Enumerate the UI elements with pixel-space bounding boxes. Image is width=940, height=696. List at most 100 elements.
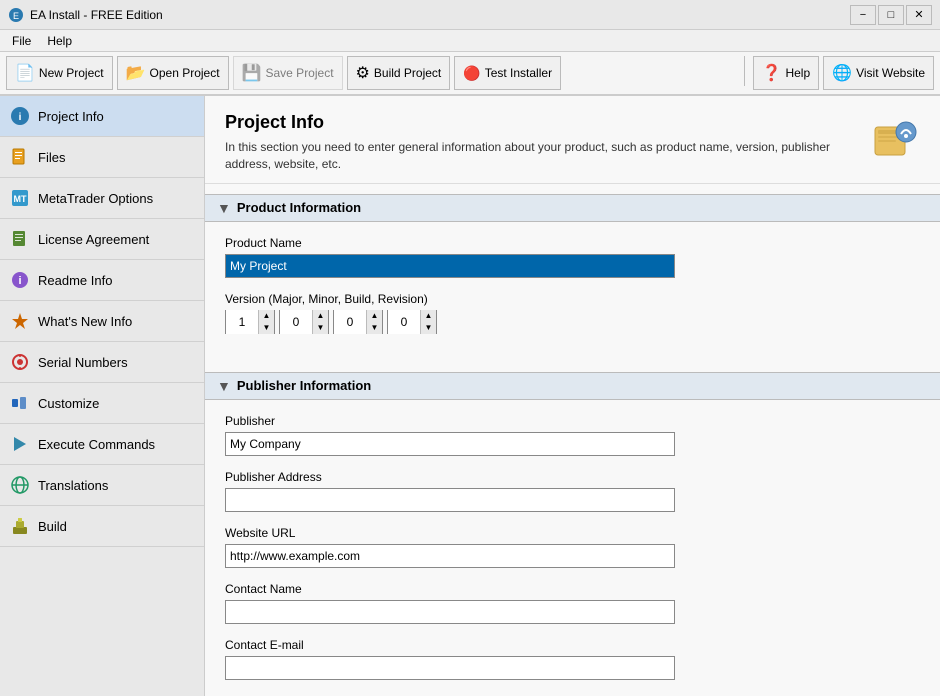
website-url-input[interactable] bbox=[225, 544, 675, 568]
svg-text:MT: MT bbox=[14, 194, 27, 204]
sidebar-item-build[interactable]: Build bbox=[0, 506, 204, 547]
publisher-input[interactable] bbox=[225, 432, 675, 456]
build-project-label: Build Project bbox=[374, 66, 441, 80]
version-group: Version (Major, Minor, Build, Revision) … bbox=[225, 292, 920, 334]
sidebar-item-serial[interactable]: Serial Numbers bbox=[0, 342, 204, 383]
open-project-button[interactable]: 📂 Open Project bbox=[117, 56, 229, 90]
help-button[interactable]: ❓ Help bbox=[753, 56, 820, 90]
sidebar-label-metatrader: MetaTrader Options bbox=[38, 191, 153, 206]
version-revision-wrap: ▲ ▼ bbox=[387, 310, 437, 334]
sidebar-label-files: Files bbox=[38, 150, 65, 165]
collapse-icon: ▼ bbox=[217, 200, 231, 216]
version-major-wrap: ▲ ▼ bbox=[225, 310, 275, 334]
sidebar-item-project-info[interactable]: i Project Info bbox=[0, 96, 204, 137]
test-installer-button[interactable]: 🔴 Test Installer bbox=[454, 56, 561, 90]
sidebar-item-license[interactable]: License Agreement bbox=[0, 219, 204, 260]
help-label: Help bbox=[785, 66, 810, 80]
sidebar-label-readme: Readme Info bbox=[38, 273, 112, 288]
version-major-down[interactable]: ▼ bbox=[258, 322, 274, 334]
version-inputs: ▲ ▼ ▲ ▼ bbox=[225, 310, 920, 334]
title-bar: E EA Install - FREE Edition − □ ✕ bbox=[0, 0, 940, 30]
version-major-input[interactable] bbox=[226, 310, 258, 334]
contact-name-group: Contact Name bbox=[225, 582, 920, 624]
publisher-address-label: Publisher Address bbox=[225, 470, 920, 484]
project-info-icon: i bbox=[10, 106, 30, 126]
contact-email-input[interactable] bbox=[225, 656, 675, 680]
open-project-label: Open Project bbox=[150, 66, 220, 80]
open-project-icon: 📂 bbox=[126, 63, 146, 83]
version-build-down[interactable]: ▼ bbox=[366, 322, 382, 334]
visit-website-label: Visit Website bbox=[856, 66, 925, 80]
app-title: EA Install - FREE Edition bbox=[30, 8, 163, 22]
build-project-button[interactable]: ⚙ Build Project bbox=[347, 56, 451, 90]
save-project-label: Save Project bbox=[266, 66, 334, 80]
version-minor-input[interactable] bbox=[280, 310, 312, 334]
whatsnew-icon bbox=[10, 311, 30, 331]
version-revision-up[interactable]: ▲ bbox=[420, 310, 436, 322]
menu-help[interactable]: Help bbox=[39, 32, 80, 50]
maximize-button[interactable]: □ bbox=[878, 5, 904, 25]
version-build-spinner: ▲ ▼ bbox=[366, 310, 382, 334]
toolbar-separator bbox=[744, 56, 745, 86]
sidebar-item-whatsnew[interactable]: What's New Info bbox=[0, 301, 204, 342]
sidebar-item-files[interactable]: Files bbox=[0, 137, 204, 178]
contact-name-label: Contact Name bbox=[225, 582, 920, 596]
product-name-label: Product Name bbox=[225, 236, 920, 250]
sidebar-item-readme[interactable]: i Readme Info bbox=[0, 260, 204, 301]
content-area: Project Info In this section you need to… bbox=[205, 96, 940, 696]
website-url-group: Website URL bbox=[225, 526, 920, 568]
menu-bar: File Help bbox=[0, 30, 940, 52]
new-project-label: New Project bbox=[39, 66, 104, 80]
contact-email-group: Contact E-mail bbox=[225, 638, 920, 680]
sidebar-item-translations[interactable]: Translations bbox=[0, 465, 204, 506]
sidebar-item-metatrader[interactable]: MT MetaTrader Options bbox=[0, 178, 204, 219]
new-project-button[interactable]: 📄 New Project bbox=[6, 56, 113, 90]
visit-website-button[interactable]: 🌐 Visit Website bbox=[823, 56, 934, 90]
execute-icon bbox=[10, 434, 30, 454]
license-icon bbox=[10, 229, 30, 249]
header-decorative-icon bbox=[870, 112, 920, 162]
metatrader-icon: MT bbox=[10, 188, 30, 208]
product-section-header[interactable]: ▼ Product Information bbox=[205, 194, 940, 222]
sidebar-item-customize[interactable]: Customize bbox=[0, 383, 204, 424]
svg-text:i: i bbox=[19, 112, 22, 123]
sidebar-label-whatsnew: What's New Info bbox=[38, 314, 132, 329]
version-revision-spinner: ▲ ▼ bbox=[420, 310, 436, 334]
version-major-up[interactable]: ▲ bbox=[258, 310, 274, 322]
sidebar: i Project Info Files MT bbox=[0, 96, 205, 696]
version-minor-down[interactable]: ▼ bbox=[312, 322, 328, 334]
translations-icon bbox=[10, 475, 30, 495]
version-build-input[interactable] bbox=[334, 310, 366, 334]
version-build-up[interactable]: ▲ bbox=[366, 310, 382, 322]
version-revision-input[interactable] bbox=[388, 310, 420, 334]
help-icon: ❓ bbox=[762, 63, 782, 83]
sidebar-label-license: License Agreement bbox=[38, 232, 149, 247]
product-section-body: Product Name Version (Major, Minor, Buil… bbox=[205, 222, 940, 362]
contact-name-input[interactable] bbox=[225, 600, 675, 624]
toolbar-right: ❓ Help 🌐 Visit Website bbox=[740, 56, 934, 90]
page-title: Project Info bbox=[225, 112, 870, 133]
close-button[interactable]: ✕ bbox=[906, 5, 932, 25]
save-project-icon: 💾 bbox=[242, 63, 262, 83]
page-description: In this section you need to enter genera… bbox=[225, 139, 870, 173]
version-label: Version (Major, Minor, Build, Revision) bbox=[225, 292, 920, 306]
version-minor-up[interactable]: ▲ bbox=[312, 310, 328, 322]
toolbar: 📄 New Project 📂 Open Project 💾 Save Proj… bbox=[0, 52, 940, 96]
version-minor-wrap: ▲ ▼ bbox=[279, 310, 329, 334]
product-name-group: Product Name bbox=[225, 236, 920, 278]
version-minor-spinner: ▲ ▼ bbox=[312, 310, 328, 334]
version-revision-down[interactable]: ▼ bbox=[420, 322, 436, 334]
website-url-label: Website URL bbox=[225, 526, 920, 540]
minimize-button[interactable]: − bbox=[850, 5, 876, 25]
version-build-wrap: ▲ ▼ bbox=[333, 310, 383, 334]
sidebar-label-execute: Execute Commands bbox=[38, 437, 155, 452]
app-icon: E bbox=[8, 7, 24, 23]
sidebar-item-execute[interactable]: Execute Commands bbox=[0, 424, 204, 465]
visit-website-icon: 🌐 bbox=[832, 63, 852, 83]
serial-icon bbox=[10, 352, 30, 372]
publisher-address-input[interactable] bbox=[225, 488, 675, 512]
sidebar-label-serial: Serial Numbers bbox=[38, 355, 128, 370]
product-name-input[interactable] bbox=[225, 254, 675, 278]
menu-file[interactable]: File bbox=[4, 32, 39, 50]
publisher-section-header[interactable]: ▼ Publisher Information bbox=[205, 372, 940, 400]
